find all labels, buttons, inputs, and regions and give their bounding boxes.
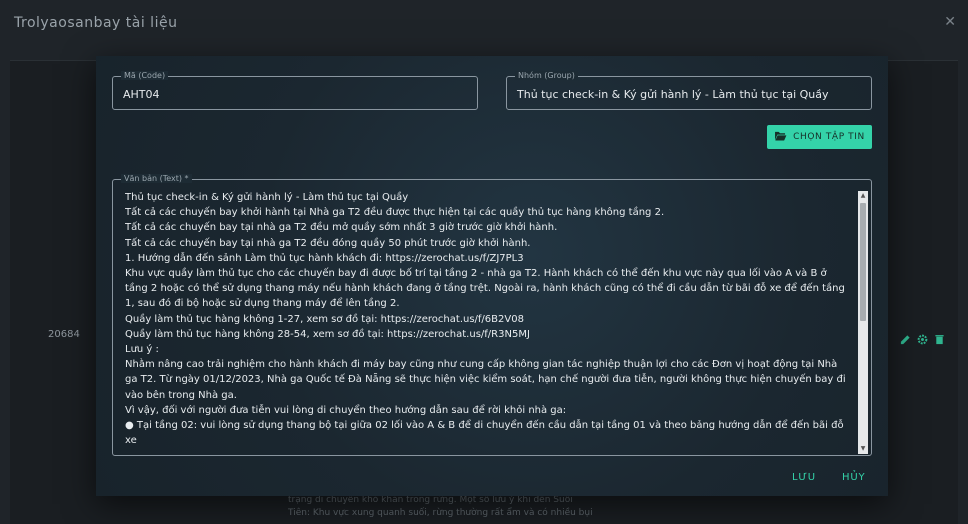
choose-file-label: CHỌN TẬP TIN bbox=[793, 132, 865, 142]
text-scrollbar[interactable]: ▲ ▼ bbox=[858, 191, 868, 454]
text-line: Tất cả các chuyến bay khởi hành tại Nhà … bbox=[125, 207, 665, 219]
folder-open-icon bbox=[774, 131, 787, 144]
text-line: Tất cả các chuyến bay tại nhà ga T2 đều … bbox=[125, 222, 558, 234]
text-line: Quầy làm thủ tục hàng không 1-27, xem sơ… bbox=[125, 313, 524, 325]
close-icon[interactable]: ✕ bbox=[944, 14, 956, 30]
group-field[interactable]: Nhóm (Group) Thủ tục check-in & Ký gửi h… bbox=[506, 71, 872, 110]
text-line: Lưu ý : bbox=[125, 344, 159, 356]
row-actions bbox=[900, 330, 945, 345]
group-field-value[interactable]: Thủ tục check-in & Ký gửi hành lý - Làm … bbox=[517, 88, 829, 101]
edit-icon[interactable] bbox=[900, 330, 911, 345]
code-field-value[interactable]: AHT04 bbox=[123, 88, 160, 101]
code-field-label: Mã (Code) bbox=[121, 71, 169, 80]
save-button[interactable]: LƯU bbox=[792, 472, 816, 483]
text-line: Khu vực quầy làm thủ tục cho các chuyến … bbox=[125, 268, 845, 310]
text-line: Nhằm nâng cao trải nghiệm cho hành khách… bbox=[125, 359, 846, 401]
app-header: Trolyaosanbay tài liệu bbox=[0, 0, 968, 46]
delete-icon[interactable] bbox=[934, 330, 945, 345]
text-line: Quầy làm thủ tục hàng không 28-54, xem s… bbox=[125, 328, 530, 340]
code-field[interactable]: Mã (Code) AHT04 bbox=[112, 71, 478, 110]
group-field-label: Nhóm (Group) bbox=[515, 71, 578, 80]
text-line: ● Tại tầng 02: vui lòng sử dụng thang bộ… bbox=[125, 420, 844, 447]
choose-file-button[interactable]: CHỌN TẬP TIN bbox=[767, 125, 872, 149]
app-title: Trolyaosanbay tài liệu bbox=[14, 15, 178, 31]
text-line: Vì vậy, đối với người đưa tiễn vui lòng … bbox=[125, 404, 567, 416]
text-line: Thủ tục check-in & Ký gửi hành lý - Làm … bbox=[125, 192, 409, 203]
text-area[interactable]: Thủ tục check-in & Ký gửi hành lý - Làm … bbox=[125, 190, 847, 452]
text-line: Tất cả các chuyến bay tại nhà ga T2 đều … bbox=[125, 237, 531, 249]
row-id: 20684 bbox=[48, 329, 80, 340]
settings-icon[interactable] bbox=[917, 330, 928, 345]
text-field-label: Văn bản (Text) * bbox=[121, 174, 192, 183]
text-line: 1. Hướng dẫn đến sảnh Làm thủ tục hành k… bbox=[125, 252, 524, 264]
scroll-down-icon[interactable]: ▼ bbox=[858, 444, 868, 454]
background-text: trạng di chuyển khó khăn trong rừng. Một… bbox=[288, 494, 628, 520]
cancel-button[interactable]: HỦY bbox=[842, 472, 865, 483]
edit-document-dialog: Mã (Code) AHT04 Nhóm (Group) Thủ tục che… bbox=[96, 56, 888, 496]
scroll-thumb[interactable] bbox=[860, 203, 866, 321]
text-field[interactable]: Văn bản (Text) * Thủ tục check-in & Ký g… bbox=[112, 174, 872, 456]
background-text-line: Tiên: Khu vực xung quanh suối, rừng thườ… bbox=[288, 508, 593, 518]
scroll-up-icon[interactable]: ▲ bbox=[858, 191, 868, 201]
